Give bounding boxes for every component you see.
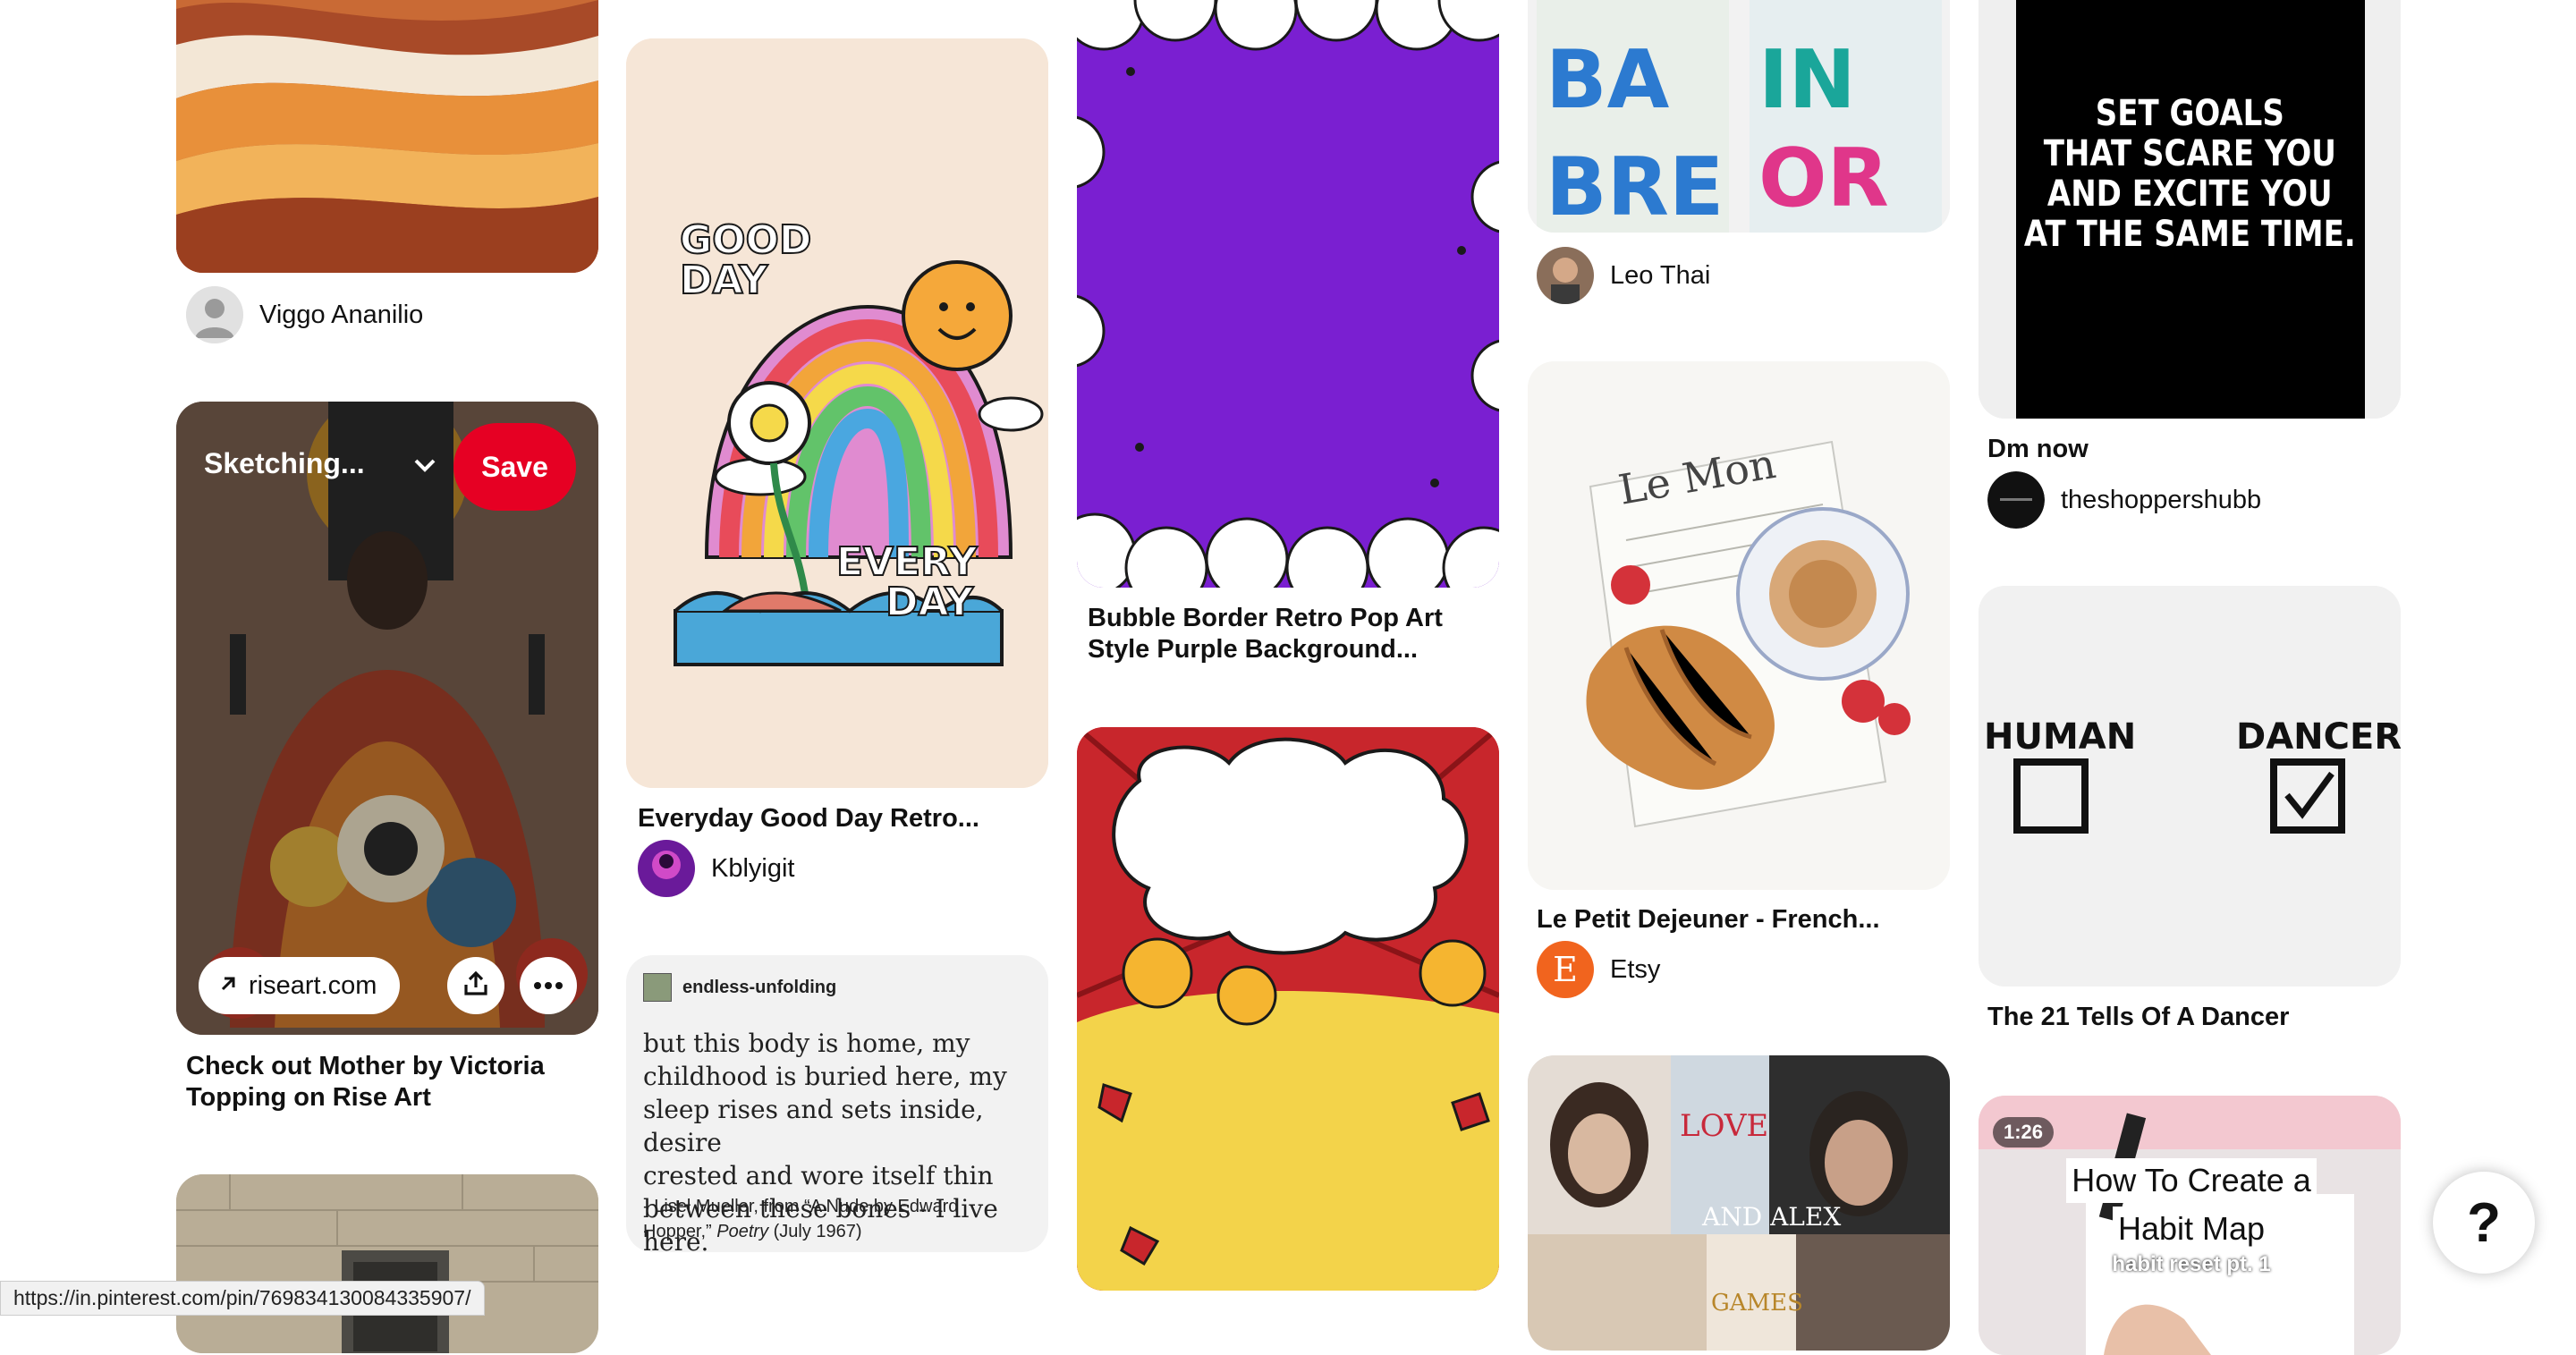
video-headline-line: How To Create a — [2066, 1158, 2317, 1203]
handle-name: endless-unfolding — [682, 977, 837, 997]
source-link-label: riseart.com — [249, 970, 377, 1000]
pin-author-viggo[interactable]: Viggo Ananilio — [186, 286, 423, 343]
pin-title-21-tells[interactable]: The 21 Tells Of A Dancer — [1987, 1002, 2289, 1033]
pin-image-book-collage[interactable]: LOVE AND ALEX GAMES — [1528, 1055, 1950, 1351]
art-text: THAT SCARE YOU — [2044, 132, 2336, 174]
art-text: AT THE SAME TIME. — [2024, 213, 2356, 254]
quote-line: childhood is buried here, my — [643, 1062, 1007, 1091]
quote-source-part: Hopper,” — [643, 1222, 717, 1241]
pin-title-line: Bubble Border Retro Pop Art — [1088, 604, 1443, 632]
pin-title-line: Check out Mother by Victoria — [186, 1052, 545, 1080]
share-button[interactable] — [447, 957, 504, 1014]
author-name: Etsy — [1610, 954, 1661, 984]
quote-source-part: (July 1967) — [768, 1222, 862, 1241]
pin-title-mother[interactable]: Check out Mother by Victoria Topping on … — [186, 1051, 597, 1114]
art-text: GAMES — [1711, 1290, 1803, 1317]
pin-author-etsy[interactable]: E Etsy — [1537, 941, 1660, 998]
pin-author-leo-thai[interactable]: Leo Thai — [1537, 247, 1710, 304]
source-link-button[interactable]: riseart.com — [199, 957, 401, 1014]
pin-title-line: Style Purple Background... — [1088, 635, 1419, 664]
pin-image-stone-wall[interactable] — [176, 1174, 598, 1353]
help-icon: ? — [2467, 1191, 2501, 1254]
art-text: DANCER — [2236, 716, 2401, 758]
pin-title-dm-now[interactable]: Dm now — [1987, 434, 2089, 465]
art-text: AND ALEX — [1701, 1202, 1841, 1232]
author-name: Kblyigit — [711, 853, 795, 883]
board-selector[interactable]: Sketching... — [204, 447, 436, 480]
video-subtitle: habit reset pt. 1 — [2112, 1252, 2271, 1276]
pin-author-kblyigit[interactable]: Kblyigit — [638, 840, 795, 897]
svg-text:BA: BA — [1546, 33, 1670, 127]
avatar — [1987, 471, 2045, 529]
status-bar-url: https://in.pinterest.com/pin/76983413008… — [0, 1281, 485, 1316]
board-name: Sketching... — [204, 447, 365, 479]
author-name: Leo Thai — [1610, 260, 1711, 290]
art-text: AND EXCITE YOU — [2047, 173, 2333, 214]
avatar — [186, 286, 243, 343]
avatar — [1537, 247, 1594, 304]
pin-image-human-dancer[interactable]: HUMAN DANCER — [1979, 586, 2401, 987]
pin-title-line: Topping on Rise Art — [186, 1083, 431, 1112]
quote-line: but this body is home, my — [643, 1029, 970, 1058]
art-text: DAY — [680, 258, 768, 303]
quote-source-line: - Lisel Mueller, from “A Nude by Edward — [643, 1197, 959, 1216]
share-icon — [462, 970, 489, 1002]
help-button[interactable]: ? — [2433, 1172, 2535, 1274]
pin-title-petit-dejeuner[interactable]: Le Petit Dejeuner - French... — [1537, 904, 1880, 936]
avatar: E — [1537, 941, 1594, 998]
quote-source: - Lisel Mueller, from “A Nude by Edward … — [643, 1194, 1037, 1244]
pin-title-good-day[interactable]: Everyday Good Day Retro... — [638, 803, 979, 834]
pin-image-comic-cloud[interactable] — [1077, 727, 1499, 1291]
pin-handle: endless-unfolding — [643, 973, 836, 1002]
author-name: theshoppershubb — [2061, 485, 2262, 514]
chevron-down-icon — [413, 447, 436, 480]
svg-text:IN: IN — [1758, 33, 1856, 127]
art-text: EVERY — [836, 539, 979, 585]
more-options-button[interactable] — [520, 957, 577, 1014]
art-text: HUMAN — [1984, 716, 2136, 758]
save-button[interactable]: Save — [453, 423, 576, 511]
pin-image-posters[interactable]: BA BRE IN OR — [1528, 0, 1950, 233]
pin-image-good-day[interactable]: GOOD DAY EVERY DAY — [626, 38, 1048, 788]
avatar — [638, 840, 695, 897]
svg-text:OR: OR — [1758, 131, 1889, 225]
pin-image-set-goals[interactable]: SET GOALS THAT SCARE YOU AND EXCITE YOU … — [1979, 0, 2401, 419]
quote-source-line: Hopper,” Poetry (July 1967) — [643, 1219, 1037, 1244]
handle-thumbnail-icon — [643, 973, 672, 1002]
author-name: Viggo Ananilio — [259, 300, 424, 329]
art-text: GOOD — [680, 217, 811, 263]
video-headline-line: Habit Map — [2112, 1207, 2271, 1251]
art-text: SET GOALS — [2096, 92, 2284, 133]
pin-author-theshoppershubb[interactable]: theshoppershubb — [1987, 471, 2261, 529]
quote-line: crested and wore itself thin — [643, 1161, 994, 1190]
video-duration-badge: 1:26 — [1993, 1117, 2055, 1148]
ellipsis-icon — [534, 978, 563, 994]
pin-image-abstract-waves[interactable] — [176, 0, 598, 273]
quote-line: sleep rises and sets inside, desire — [643, 1095, 984, 1157]
pin-image-purple-pop-art[interactable] — [1077, 0, 1499, 588]
avatar-letter: E — [1553, 950, 1578, 989]
arrow-up-right-icon — [218, 971, 238, 1001]
art-text: DAY — [886, 580, 974, 625]
art-text: LOVE — [1680, 1108, 1768, 1144]
quote-source-italic: Poetry — [716, 1222, 769, 1241]
video-headline: How To Create a Habit Map habit reset pt… — [2066, 1158, 2317, 1278]
svg-text:BRE: BRE — [1546, 140, 1724, 233]
pin-image-croissant[interactable]: Le Mon — [1528, 361, 1950, 890]
pin-title-bubble-border[interactable]: Bubble Border Retro Pop Art Style Purple… — [1088, 603, 1481, 665]
